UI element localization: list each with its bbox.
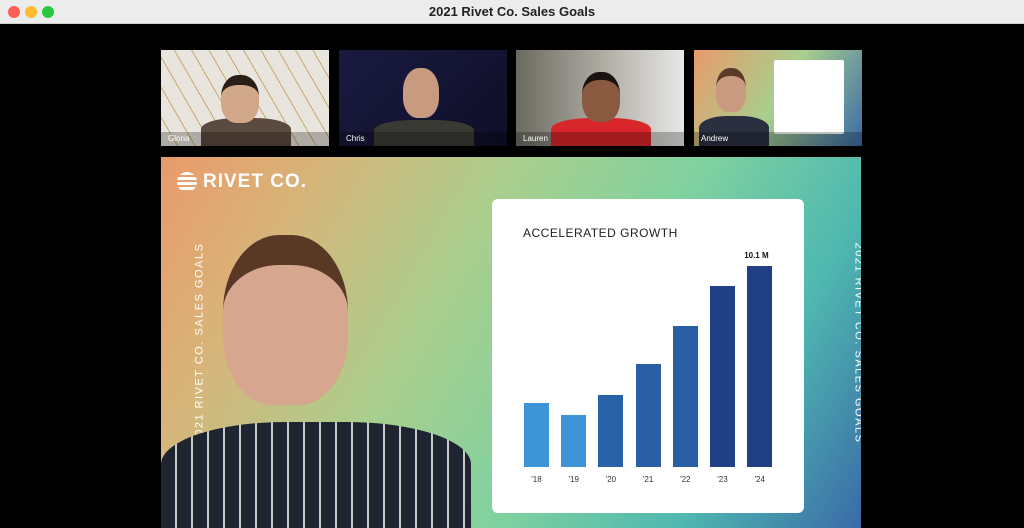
title-bar: 2021 Rivet Co. Sales Goals [0, 0, 1024, 24]
mini-chart-card [774, 60, 844, 134]
logo-text: RIVET CO. [203, 171, 308, 192]
side-text-right: 2021 RIVET CO. SALES GOALS [852, 242, 861, 444]
x-tick-label: '22 [680, 475, 691, 484]
presenter-shirt [161, 422, 471, 528]
bar-2 [598, 395, 624, 467]
bar-4 [672, 325, 698, 467]
x-tick-label: '19 [568, 475, 579, 484]
minimize-button[interactable] [25, 6, 37, 18]
bar-0 [524, 403, 549, 467]
side-text-left: 2021 RIVET CO. SALES GOALS [193, 242, 206, 444]
presenter-video [223, 235, 348, 405]
logo-icon [177, 172, 197, 192]
zoom-button[interactable] [42, 6, 54, 18]
bar-3 [635, 363, 661, 467]
x-tick-label: '23 [717, 475, 728, 484]
x-tick-label: '18 [531, 475, 542, 484]
participant-name: Gloria [168, 134, 190, 143]
participant-tile-chris[interactable]: Chris [339, 50, 507, 146]
participant-name: Lauren [523, 134, 548, 143]
chart-title: ACCELERATED GROWTH [523, 226, 678, 240]
participant-tile-lauren[interactable]: Lauren [516, 50, 684, 146]
close-button[interactable] [8, 6, 20, 18]
participant-tile-gloria[interactable]: Gloria [161, 50, 329, 146]
bar-1 [561, 415, 587, 467]
rivet-logo: RIVET CO. [177, 171, 307, 193]
participant-video [403, 68, 439, 118]
x-tick-label: '21 [642, 475, 654, 484]
chart-card: ACCELERATED GROWTH '18 '19 '20 '21 '22 '23 '24… [492, 199, 804, 513]
window-title: 2021 Rivet Co. Sales Goals [428, 4, 596, 19]
x-tick-label: '20 [605, 475, 617, 484]
bar-6 [747, 266, 773, 467]
participant-video [582, 72, 620, 122]
participant-name: Andrew [701, 134, 729, 143]
presenter-stage: RIVET CO. 2021 RIVET CO. SALES GOALS 202… [161, 157, 861, 528]
bar-5 [710, 285, 735, 467]
participant-name: Chris [346, 134, 365, 143]
x-tick-label: '24 [754, 475, 765, 484]
participant-video [716, 68, 746, 112]
participant-video [221, 75, 259, 123]
participant-tile-andrew[interactable]: Andrew [694, 50, 862, 146]
data-label: 10.1 M [744, 251, 769, 260]
